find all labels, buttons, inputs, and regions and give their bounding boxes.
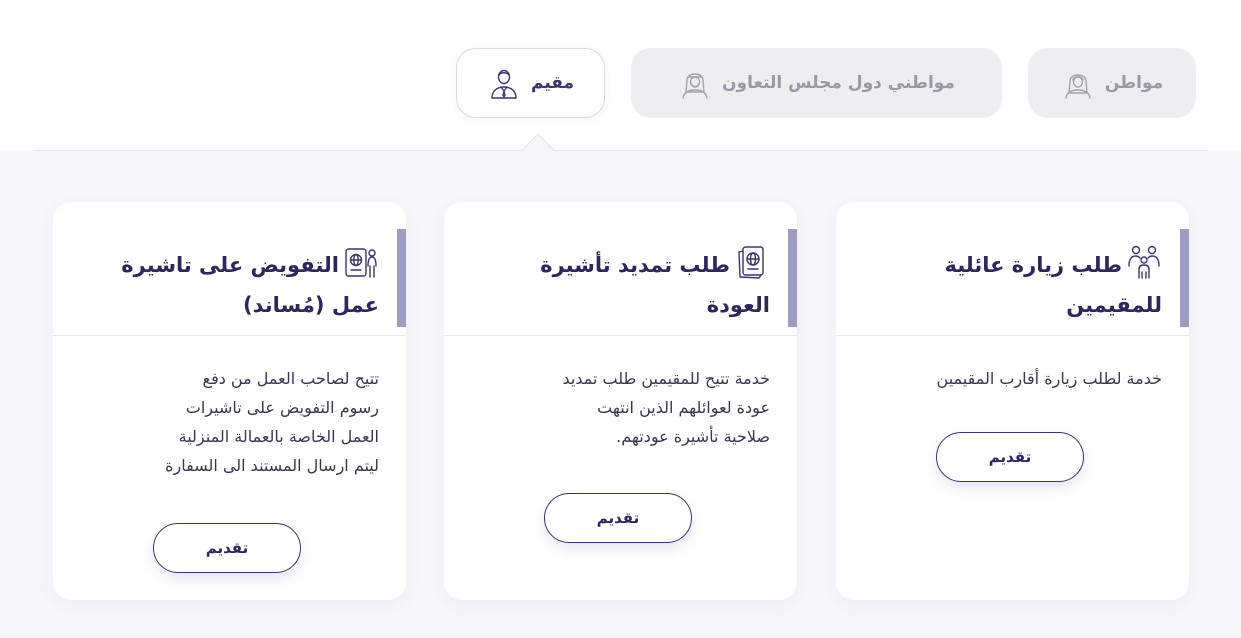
service-card-family-visit: طلب زيارة عائلية للمقيمين خدمة لطلب زيار… [836, 202, 1189, 600]
card-accent-bar [1180, 229, 1189, 327]
tab-citizen[interactable]: مواطن [1028, 48, 1196, 118]
gcc-citizen-icon [678, 66, 712, 100]
apply-button[interactable]: تقديم [544, 493, 692, 543]
card-description: خدمة لطلب زيارة أقارب المقيمين [936, 369, 1162, 388]
tab-resident[interactable]: مقيم [456, 48, 605, 118]
tab-gcc-citizen-label: مواطني دول مجلس التعاون [722, 73, 955, 93]
card-header: التفويض على تاشيرة عمل (مُساند) [53, 202, 406, 336]
citizen-icon [1061, 66, 1095, 100]
family-icon [1126, 244, 1162, 280]
card-title: التفويض على تاشيرة عمل (مُساند) [89, 244, 379, 325]
active-tab-indicator [522, 133, 554, 151]
tab-gcc-citizen[interactable]: مواطني دول مجلس التعاون [631, 48, 1002, 118]
resident-icon [487, 66, 521, 100]
card-accent-bar [397, 229, 406, 327]
card-title: طلب تمديد تأشيرة العودة [480, 244, 770, 325]
passport-icon [734, 244, 770, 280]
card-title-text: التفويض على تاشيرة عمل (مُساند) [121, 253, 379, 317]
card-title: طلب زيارة عائلية للمقيمين [872, 244, 1162, 325]
card-header: طلب تمديد تأشيرة العودة [444, 202, 797, 336]
card-accent-bar [788, 229, 797, 327]
tab-resident-label: مقيم [530, 73, 575, 93]
tabs-divider [33, 150, 1208, 151]
apply-button[interactable]: تقديم [153, 523, 301, 573]
card-description: خدمة تتيح للمقيمين طلب تمديد عودة لعوائل… [562, 369, 770, 446]
service-card-work-visa-authorization: التفويض على تاشيرة عمل (مُساند) تتيح لصا… [53, 202, 406, 600]
tab-citizen-label: مواطن [1104, 73, 1164, 93]
card-description: تتيح لصاحب العمل من دفع رسوم التفويض على… [165, 369, 379, 475]
page: مواطن مواطني دول مجلس التعاون مقيم طلب ز… [0, 0, 1241, 638]
work-visa-icon [343, 244, 379, 280]
apply-button[interactable]: تقديم [936, 432, 1084, 482]
service-card-return-visa-extension: طلب تمديد تأشيرة العودة خدمة تتيح للمقيم… [444, 202, 797, 600]
card-header: طلب زيارة عائلية للمقيمين [836, 202, 1189, 336]
